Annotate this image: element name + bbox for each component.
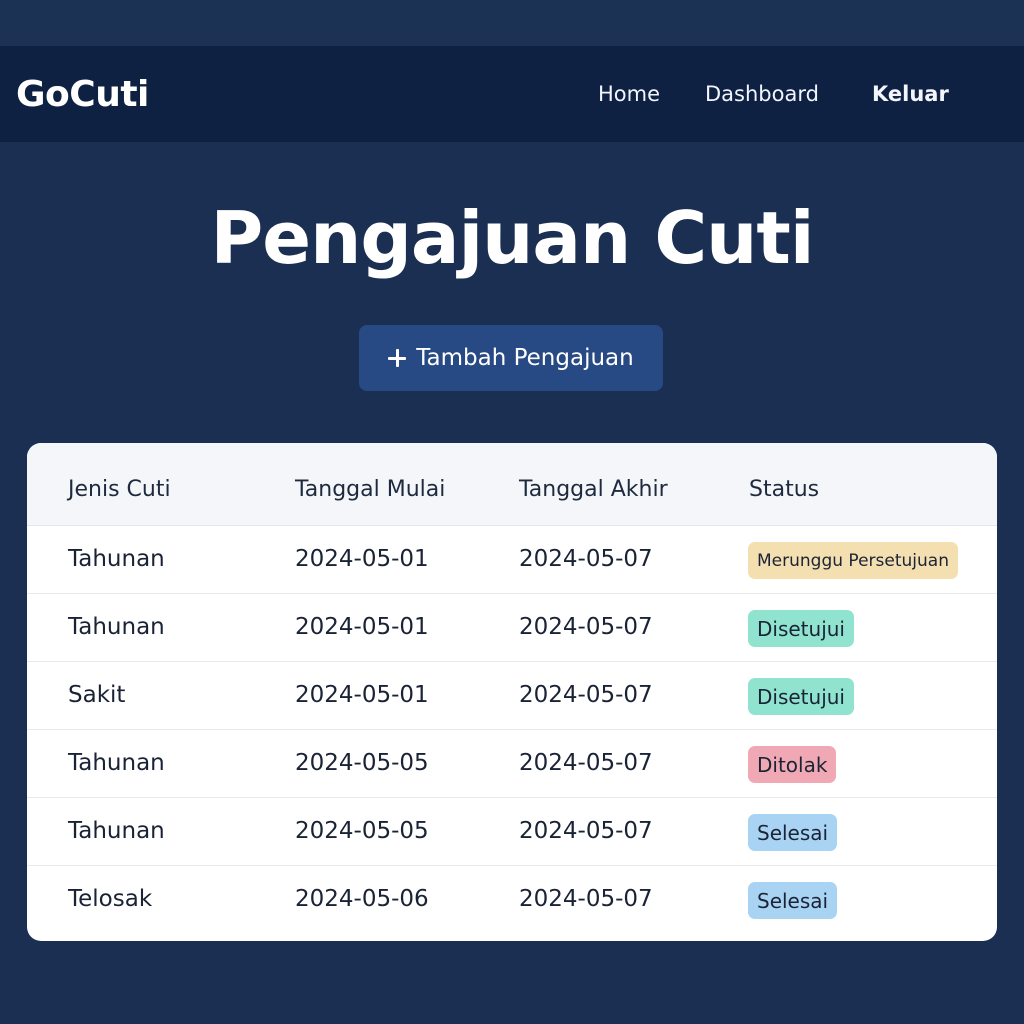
- end-date-cell: 2024-05-07: [519, 682, 653, 708]
- status-badge: Ditolak: [748, 746, 837, 783]
- end-date-cell: 2024-05-07: [519, 546, 653, 572]
- leave-type-cell: Tahunan: [68, 614, 165, 640]
- leave-type-cell: Telosak: [68, 886, 153, 912]
- status-badge: Selesai: [748, 814, 838, 851]
- end-date-cell: 2024-05-07: [519, 614, 653, 640]
- status-badge: Disetujui: [748, 678, 854, 715]
- start-date-cell: 2024-05-06: [295, 886, 429, 912]
- start-date-cell: 2024-05-05: [295, 750, 429, 776]
- status-badge: Selesai: [748, 882, 838, 919]
- plus-icon: [388, 349, 407, 367]
- nav-logout-link[interactable]: Keluar: [872, 82, 949, 106]
- leave-type-cell: Sakit: [68, 682, 126, 708]
- column-header-status: Status: [749, 477, 820, 502]
- status-badge: Disetujui: [748, 610, 854, 647]
- column-header-start: Tanggal Mulai: [295, 477, 446, 502]
- start-date-cell: 2024-05-01: [295, 682, 429, 708]
- end-date-cell: 2024-05-07: [519, 886, 653, 912]
- table-header: Jenis Cuti Tanggal Mulai Tanggal Akhir S…: [27, 443, 997, 526]
- navbar: GoCuti Home Dashboard Keluar: [0, 46, 1024, 142]
- table-row: Tahunan 2024-05-05 2024-05-07 Ditolak: [27, 730, 997, 798]
- leave-type-cell: Tahunan: [68, 546, 165, 572]
- end-date-cell: 2024-05-07: [519, 818, 653, 844]
- nav-dashboard-link[interactable]: Dashboard: [705, 82, 819, 106]
- table-row: Telosak 2024-05-06 2024-05-07 Selesai: [27, 866, 997, 934]
- leave-type-cell: Tahunan: [68, 750, 165, 776]
- brand-logo[interactable]: GoCuti: [16, 74, 149, 115]
- column-header-end: Tanggal Akhir: [519, 477, 668, 502]
- table-row: Tahunan 2024-05-01 2024-05-07 Merunggu Pers…: [27, 526, 997, 594]
- add-leave-button-label: Tambah Pengajuan: [416, 345, 634, 371]
- leave-table: Jenis Cuti Tanggal Mulai Tanggal Akhir S…: [27, 443, 997, 941]
- start-date-cell: 2024-05-05: [295, 818, 429, 844]
- column-header-type: Jenis Cuti: [68, 477, 171, 502]
- top-strip: [0, 0, 1024, 46]
- table-row: Tahunan 2024-05-05 2024-05-07 Selesai: [27, 798, 997, 866]
- page-title: Pengajuan Cuti: [210, 196, 814, 280]
- table-row: Sakit 2024-05-01 2024-05-07 Disetujui: [27, 662, 997, 730]
- start-date-cell: 2024-05-01: [295, 614, 429, 640]
- start-date-cell: 2024-05-01: [295, 546, 429, 572]
- end-date-cell: 2024-05-07: [519, 750, 653, 776]
- leave-type-cell: Tahunan: [68, 818, 165, 844]
- status-badge: Merunggu Persetujuan: [748, 542, 958, 579]
- nav-home-link[interactable]: Home: [598, 82, 660, 106]
- table-row: Tahunan 2024-05-01 2024-05-07 Disetujui: [27, 594, 997, 662]
- add-leave-button[interactable]: Tambah Pengajuan: [359, 325, 663, 391]
